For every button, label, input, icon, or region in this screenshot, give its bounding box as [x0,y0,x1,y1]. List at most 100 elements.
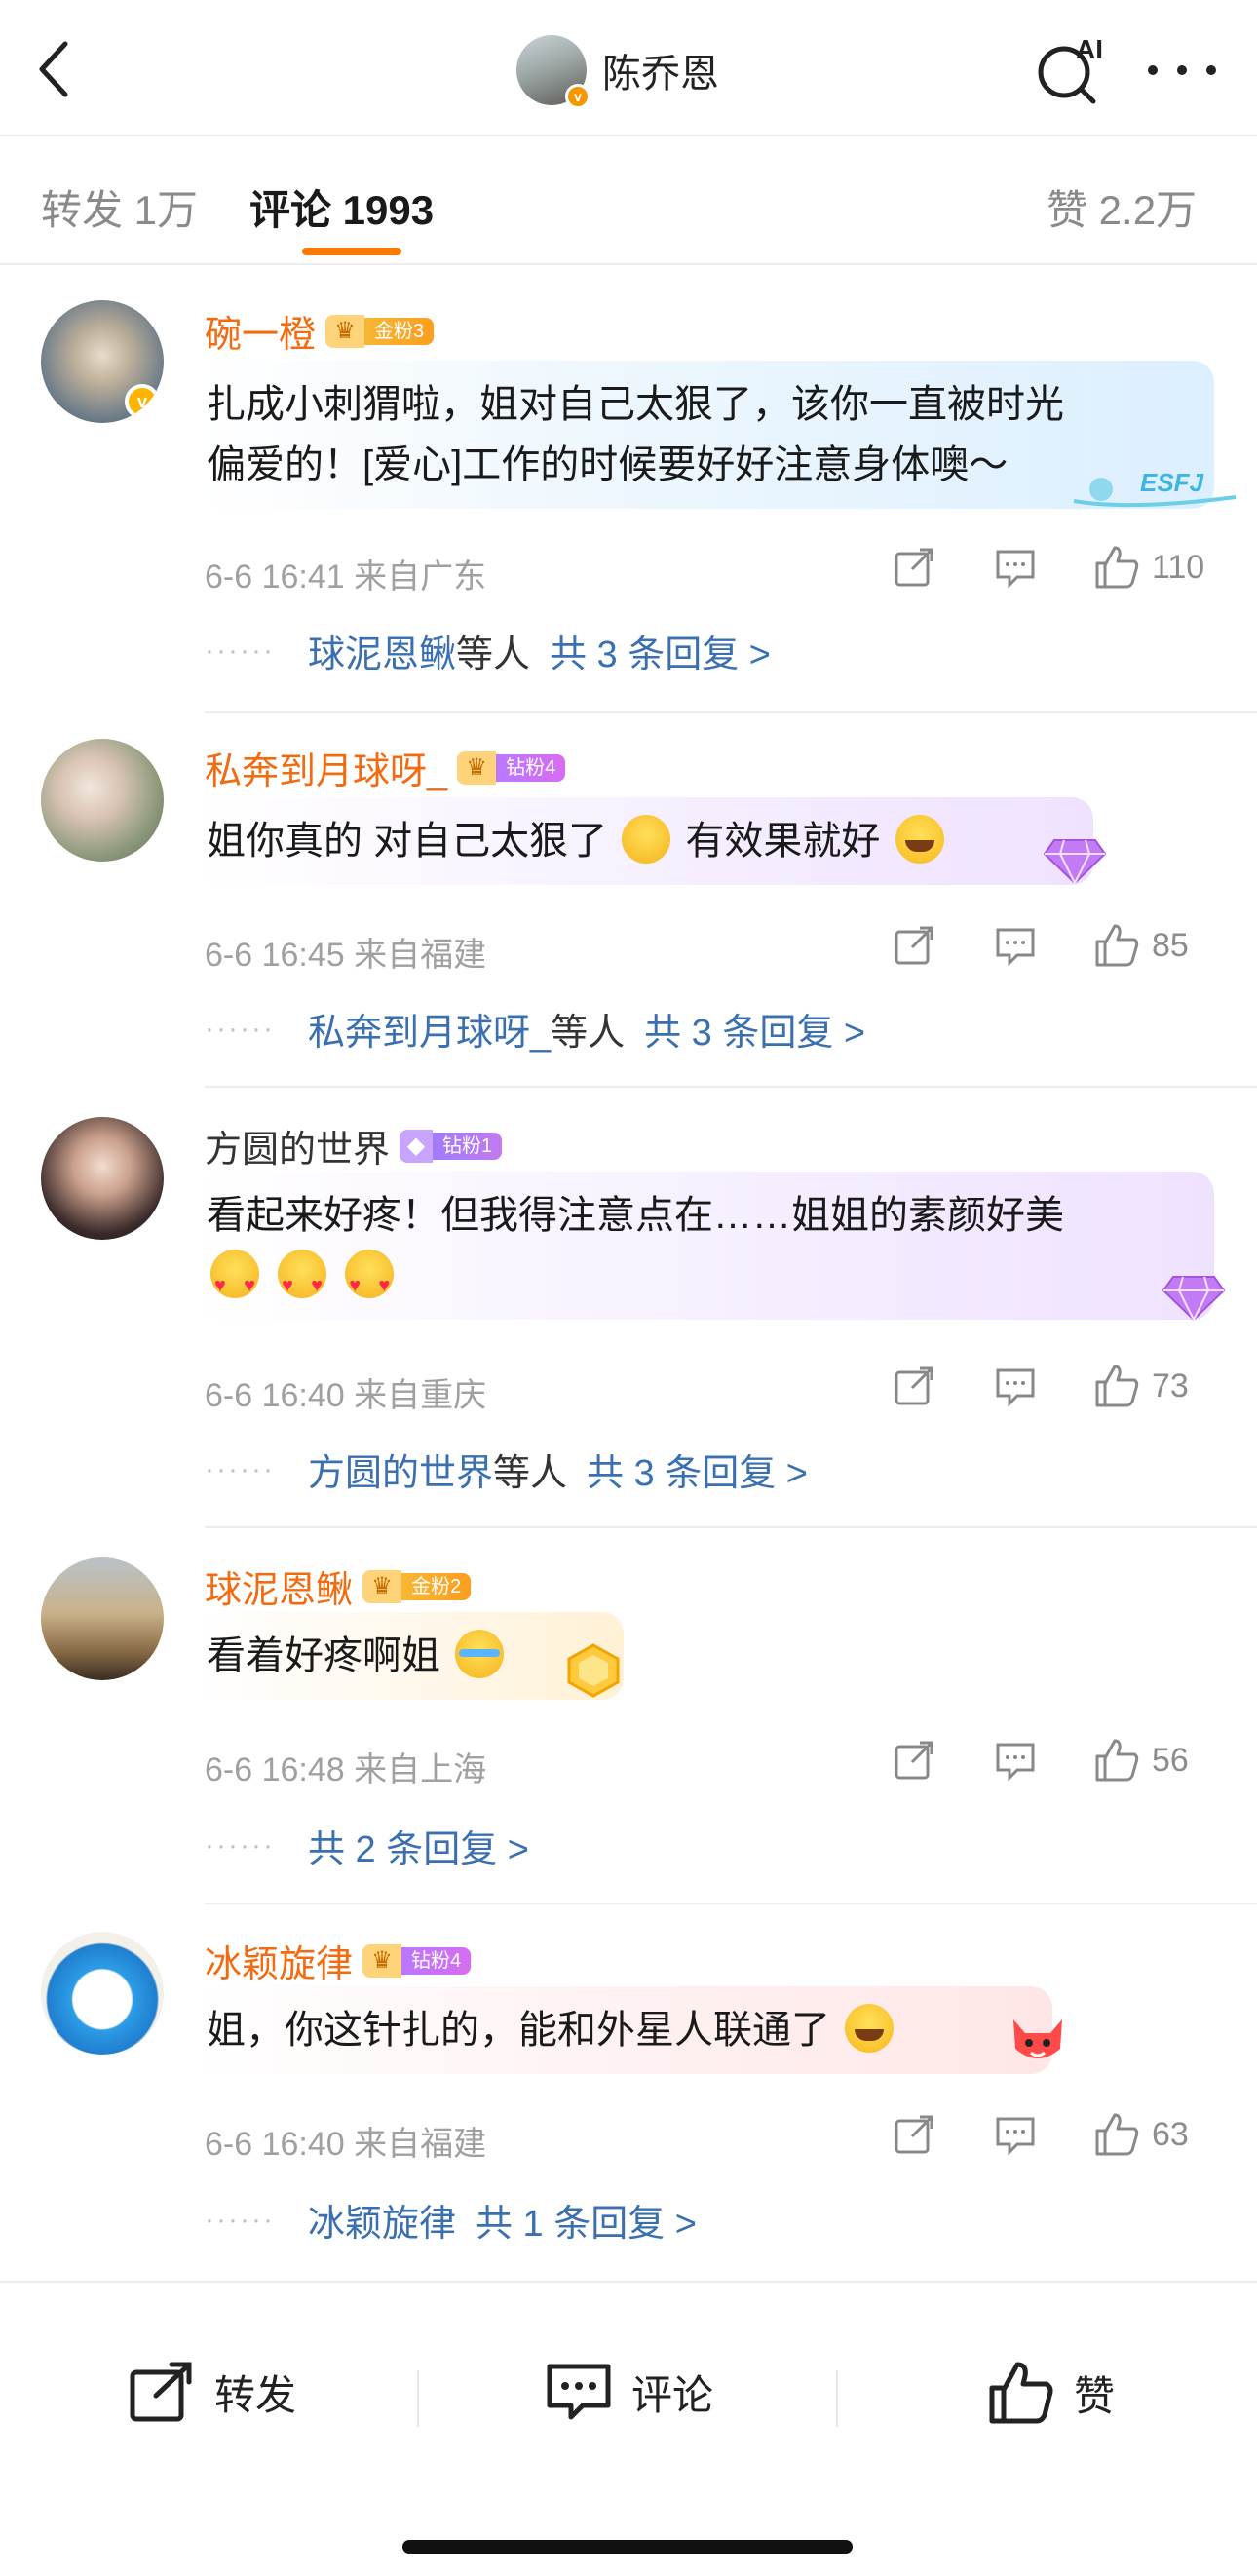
dot-icon [1177,65,1187,75]
share-button[interactable] [891,1737,937,1784]
share-button[interactable] [891,1363,937,1409]
comment-text[interactable]: 扎成小刺猬啦，姐对自己太狠了，该你一直被时光 偏爱的！[爱心]工作的时候要好好注… [195,361,1214,509]
reply-button[interactable] [992,1737,1039,1784]
avatar[interactable]: v [41,300,164,423]
like-button[interactable] [1093,544,1140,591]
share-icon [895,548,933,587]
avatar[interactable]: v [516,35,590,109]
username[interactable]: 私奔到月球呀_ [205,741,447,794]
comment-actions: 85 [836,922,1210,969]
crown-icon: ♛ [457,750,497,785]
view-replies-link[interactable]: 共 1 条回复 > [476,2193,697,2247]
tab-bar: 转发 1万 评论 1993 赞 2.2万 [0,136,1257,265]
reply-preview[interactable]: ······ 共 2 条回复 > [205,1819,529,1872]
reply-preview[interactable]: ······ 私奔到月球呀_ 等人 共 3 条回复 > [205,1002,865,1056]
reply-preview[interactable]: ······ 球泥恩鳅 等人 共 3 条回复 > [205,624,771,677]
reply-preview[interactable]: ······ 冰颖旋律 共 1 条回复 > [205,2193,697,2247]
like-count: 85 [1152,926,1189,964]
tab-repost[interactable]: 转发 1万 [41,177,198,237]
thumbs-up-icon [989,2362,1053,2424]
share-button[interactable] [891,2111,937,2158]
reply-button[interactable] [992,2111,1039,2158]
share-button[interactable] [891,922,937,969]
username[interactable]: 球泥恩鳅 [205,1559,353,1613]
share-button[interactable] [891,544,937,591]
avatar[interactable] [41,739,164,862]
home-indicator[interactable] [402,2540,853,2554]
reply-author[interactable]: 球泥恩鳅 [308,624,456,677]
heart-eyes-emoji-icon [210,1250,259,1316]
comment-text[interactable]: 姐你真的 对自己太狠了 有效果就好 [195,797,1093,885]
reply-author[interactable]: 私奔到月球呀_ [308,1002,551,1056]
share-icon [895,926,933,965]
ai-search-button[interactable]: AI [1033,33,1111,107]
repost-button[interactable]: 转发 [129,2361,296,2423]
like-button[interactable] [1093,2111,1140,2158]
divider [205,1086,1257,1088]
like-button[interactable] [1093,922,1140,969]
reply-preview[interactable]: ······ 方圆的世界 等人 共 3 条回复 > [205,1442,808,1496]
like-button[interactable]: 赞 [988,2361,1115,2425]
divider [205,1903,1257,1904]
divider [417,2370,419,2427]
comment-button[interactable]: 评论 [546,2361,713,2423]
like-count: 73 [1152,1366,1189,1404]
reply-button[interactable] [992,544,1039,591]
comment-meta: 6-6 16:48 来自上海 [205,1751,487,1788]
like-button[interactable] [1093,1737,1140,1784]
tab-likes[interactable]: 赞 2.2万 [1047,177,1197,237]
comment-meta: 6-6 16:40 来自重庆 [205,1377,487,1414]
comment-icon [996,1743,1035,1782]
laughing-emoji-icon [895,815,944,864]
thumbs-up-icon [1095,546,1139,589]
share-icon [895,1366,933,1405]
comment-meta: 6-6 16:40 来自福建 [205,2126,487,2163]
comment-text[interactable]: 看着好疼啊姐 [195,1612,624,1700]
share-icon [130,2362,192,2422]
svg-text:ESFJ: ESFJ [1140,468,1204,497]
like-count: 63 [1152,2115,1189,2153]
share-icon [895,2115,933,2154]
fan-badge: ♛ 钻粉4 [457,750,566,785]
crown-icon: ♛ [362,1943,402,1978]
reply-button[interactable] [992,1363,1039,1409]
reply-author[interactable]: 冰颖旋律 [308,2193,456,2247]
more-button[interactable] [1148,53,1216,88]
bottom-action-bar: 转发 评论 赞 [0,2281,1257,2576]
verified-icon: v [565,84,590,109]
fox-sticker-icon [1004,2010,1072,2075]
share-icon [895,1741,933,1780]
username[interactable]: 方圆的世界 [205,1119,390,1173]
comment-actions: 56 [836,1737,1210,1784]
chevron-left-icon [39,41,68,97]
view-replies-link[interactable]: 共 3 条回复 > [644,1002,865,1056]
comment-icon [996,550,1035,589]
avatar[interactable] [41,1932,164,2055]
page-title: 陈乔恩 [602,53,719,96]
fan-badge: ◆ 钻粉1 [400,1129,503,1163]
thinking-emoji-icon [622,815,671,864]
comment-icon [547,2364,611,2420]
username[interactable]: 冰颖旋律 [205,1934,353,1987]
ai-search-icon: AI [1038,34,1103,104]
reply-button[interactable] [992,922,1039,969]
view-replies-link[interactable]: 共 3 条回复 > [550,624,771,677]
back-button[interactable] [29,35,78,103]
avatar[interactable] [41,1557,164,1680]
comment-text[interactable]: 看起来好疼！但我得注意点在……姐姐的素颜好美 [195,1172,1214,1320]
view-replies-link[interactable]: 共 2 条回复 > [308,1819,529,1872]
ai-label: AI [1076,34,1103,64]
crown-icon: ♛ [325,314,365,348]
profile-title[interactable]: v 陈乔恩 [516,31,719,109]
view-replies-link[interactable]: 共 3 条回复 > [587,1442,808,1496]
username[interactable]: 碗一橙 [205,304,316,358]
like-button[interactable] [1093,1363,1140,1409]
avatar[interactable] [41,1117,164,1240]
dot-icon [1148,65,1158,75]
comment-actions: 110 [836,544,1210,591]
thumbs-up-icon [1095,924,1139,967]
reply-author[interactable]: 方圆的世界 [308,1442,493,1496]
comment-text[interactable]: 姐，你这针扎的，能和外星人联通了 [195,1986,1052,2074]
tab-comments[interactable]: 评论 1993 [249,177,434,237]
crown-icon: ♛ [362,1569,402,1603]
